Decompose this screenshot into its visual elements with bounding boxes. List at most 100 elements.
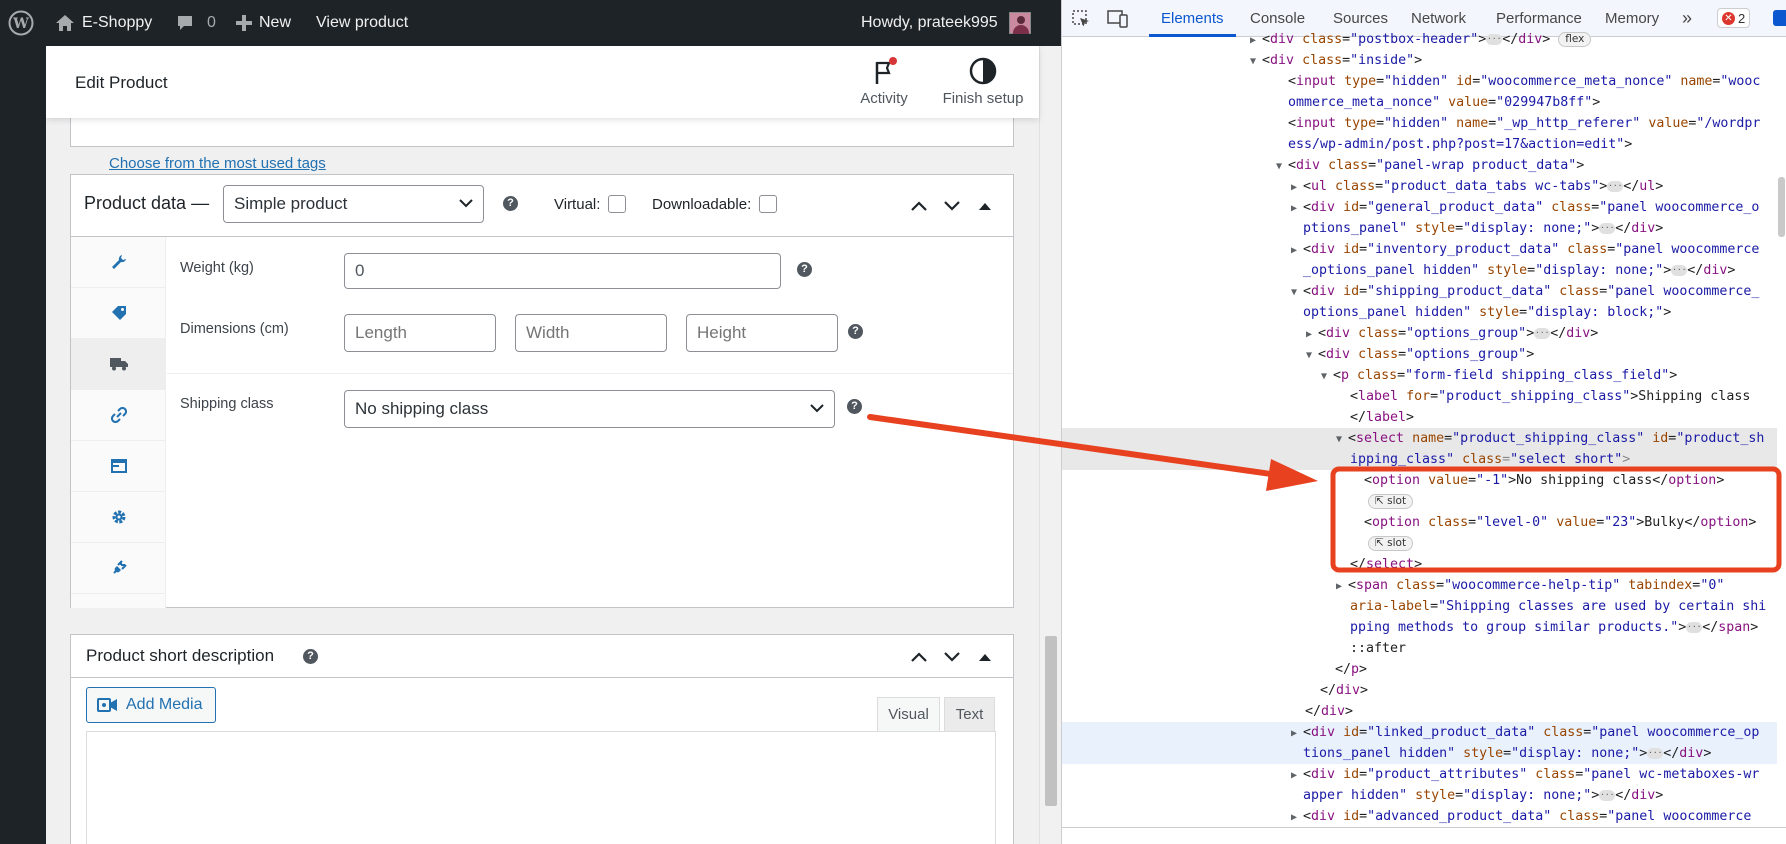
dom-node[interactable]: </div> <box>1062 680 1778 701</box>
dom-breadcrumbs[interactable] <box>1062 827 1786 844</box>
error-count: 2 <box>1738 10 1746 26</box>
collapse-toggle-icon[interactable] <box>978 652 992 662</box>
dom-node[interactable]: ▶ <div class="postbox-header">···</div> f… <box>1062 29 1778 50</box>
half-circle-icon <box>969 57 997 85</box>
dom-node[interactable]: ▶ <div id="product_attributes" class="pan… <box>1062 764 1778 785</box>
link-icon <box>110 407 127 423</box>
page-scrollbar[interactable] <box>1039 46 1061 844</box>
comments-link[interactable]: 0 <box>176 0 216 46</box>
weight-placeholder: 0 <box>355 261 365 280</box>
dom-node[interactable]: ▶ <div id="general_product_data" class="p… <box>1062 197 1778 218</box>
dom-node[interactable]: ▼ <div class="options_group"> <box>1062 344 1778 365</box>
finish-setup-button[interactable]: Finish setup <box>938 54 1028 112</box>
dimensions-help-icon[interactable]: ? <box>848 324 863 339</box>
dom-node[interactable]: </p> <box>1062 659 1778 680</box>
weight-input[interactable]: 0 <box>344 253 781 289</box>
move-down-icon[interactable] <box>943 651 961 663</box>
dom-node[interactable]: <input type="hidden" id="woocommerce_met… <box>1062 71 1778 92</box>
dom-node[interactable]: ▶ <ul class="product_data_tabs wc-tabs">·… <box>1062 176 1778 197</box>
scrollbar-thumb[interactable] <box>1778 177 1785 237</box>
shipping-class-select[interactable]: No shipping class <box>344 390 835 428</box>
tab-get-more-options[interactable] <box>71 543 166 594</box>
tab-shipping[interactable] <box>71 339 166 390</box>
tab-linked-products[interactable] <box>71 390 166 441</box>
scrollbar-thumb[interactable] <box>1045 636 1057 806</box>
dom-node[interactable]: ▶ <span class="woocommerce-help-tip" tabi… <box>1062 575 1778 596</box>
dom-node[interactable]: ▶ <div id="advanced_product_data" class="… <box>1062 806 1778 827</box>
wordpress-admin: W E-Shoppy 0 New View product Howdy, pra… <box>0 0 1061 844</box>
dom-node-option-bulky[interactable]: <option class="level-0" value="23">Bulky… <box>1062 512 1778 533</box>
collapse-arrow-icon: ▼ <box>1250 56 1257 67</box>
my-account-link[interactable]: Howdy, prateek995 <box>861 0 1031 46</box>
length-input[interactable]: Length <box>344 314 496 352</box>
move-up-icon[interactable] <box>910 651 928 663</box>
slot-badge[interactable]: ⇱ slot <box>1368 493 1414 509</box>
dom-node[interactable]: ▼ <div class="panel-wrap product_data"> <box>1062 155 1778 176</box>
dom-node-cont: aria-label="Shipping classes are used by… <box>1350 599 1767 614</box>
dom-node[interactable]: ▶ <div class="options_group">···</div> <box>1062 323 1778 344</box>
help-tip-icon[interactable]: ? <box>503 196 518 211</box>
dom-node[interactable]: ::after <box>1062 638 1778 659</box>
view-product-link[interactable]: View product <box>316 0 408 46</box>
expand-arrow-icon: ▶ <box>1250 35 1257 46</box>
site-name-link[interactable]: E-Shoppy <box>55 0 152 46</box>
tab-advanced[interactable] <box>71 492 166 543</box>
view-product-label: View product <box>316 14 409 31</box>
dom-node[interactable]: ▶ <div id="linked_product_data" class="pa… <box>1062 722 1778 743</box>
device-toolbar-icon[interactable] <box>1107 9 1129 29</box>
slot-badge[interactable]: ⇱ slot <box>1368 535 1414 551</box>
short-description-help-icon[interactable]: ? <box>303 649 318 664</box>
dom-node[interactable]: ▼ <div id="shipping_product_data" class="… <box>1062 281 1778 302</box>
dom-node[interactable]: ▶ <div id="inventory_product_data" class=… <box>1062 239 1778 260</box>
new-content-link[interactable]: New <box>236 0 291 46</box>
height-input[interactable]: Height <box>686 314 838 352</box>
new-label: New <box>259 14 292 31</box>
message-icon[interactable] <box>1773 10 1786 26</box>
move-up-icon[interactable] <box>910 200 928 212</box>
text-tab[interactable]: Text <box>944 697 995 731</box>
most-used-tags-link[interactable]: Choose from the most used tags <box>109 155 326 172</box>
dom-node[interactable]: </div> <box>1062 701 1778 722</box>
editor-area[interactable] <box>86 731 996 844</box>
table-icon <box>110 459 127 473</box>
wordpress-logo-icon[interactable]: W <box>8 0 34 46</box>
dom-node-cont: </label> <box>1350 410 1415 425</box>
add-media-button[interactable]: Add Media <box>86 687 216 723</box>
weight-help-icon[interactable]: ? <box>797 262 812 277</box>
dom-node[interactable]: <input type="hidden" name="_wp_http_refe… <box>1062 113 1778 134</box>
inspect-element-icon[interactable] <box>1071 9 1091 29</box>
error-icon: ✕ <box>1722 11 1735 25</box>
dom-node[interactable]: ▼ <div class="inside"> <box>1062 50 1778 71</box>
admin-bar: W E-Shoppy 0 New View product Howdy, pra… <box>0 0 1061 46</box>
page-title: Edit Product <box>75 73 168 92</box>
tab-general[interactable] <box>71 237 166 288</box>
dom-node[interactable]: ▼ <p class="form-field shipping_class_fie… <box>1062 365 1778 386</box>
width-input[interactable]: Width <box>515 314 667 352</box>
downloadable-checkbox[interactable] <box>759 195 777 213</box>
dom-node-cont: ⇱ slot <box>1062 533 1778 554</box>
tab-attributes[interactable] <box>71 441 166 492</box>
error-badge[interactable]: ✕ 2 <box>1717 8 1751 28</box>
dom-node-selected[interactable]: ▼ <select name="product_shipping_class" i… <box>1062 428 1778 449</box>
dom-node-cont: ipping_class" class="select short"> <box>1062 449 1778 470</box>
shipping-panel: Weight (kg) 0 ? Dimensions (cm) Length W… <box>167 237 1013 608</box>
dom-node[interactable]: </select> <box>1062 554 1778 575</box>
activity-button[interactable]: Activity <box>852 54 916 112</box>
shipping-class-help-icon[interactable]: ? <box>847 399 862 414</box>
move-down-icon[interactable] <box>943 200 961 212</box>
wrench-icon <box>111 255 126 269</box>
dom-node-cont: pping methods to group similar products.… <box>1350 620 1759 635</box>
chevron-down-icon <box>810 404 824 413</box>
dom-node[interactable]: <label for="product_shipping_class">Ship… <box>1062 386 1778 407</box>
product-type-select[interactable]: Simple product <box>223 185 484 223</box>
dom-node-cont: apper hidden" style="display: none;">···… <box>1303 788 1664 803</box>
truck-icon <box>109 358 128 371</box>
devtools-scrollbar[interactable] <box>1777 37 1786 827</box>
visual-tab[interactable]: Visual <box>877 697 940 731</box>
collapse-toggle-icon[interactable] <box>978 201 992 211</box>
tab-inventory[interactable] <box>71 288 166 339</box>
flex-badge[interactable]: flex <box>1558 31 1592 47</box>
devtools-panel: Elements Console Sources Network Perform… <box>1061 0 1786 844</box>
virtual-checkbox[interactable] <box>608 195 626 213</box>
dom-node-option-no-shipping[interactable]: <option value="-1">No shipping class</op… <box>1062 470 1778 491</box>
